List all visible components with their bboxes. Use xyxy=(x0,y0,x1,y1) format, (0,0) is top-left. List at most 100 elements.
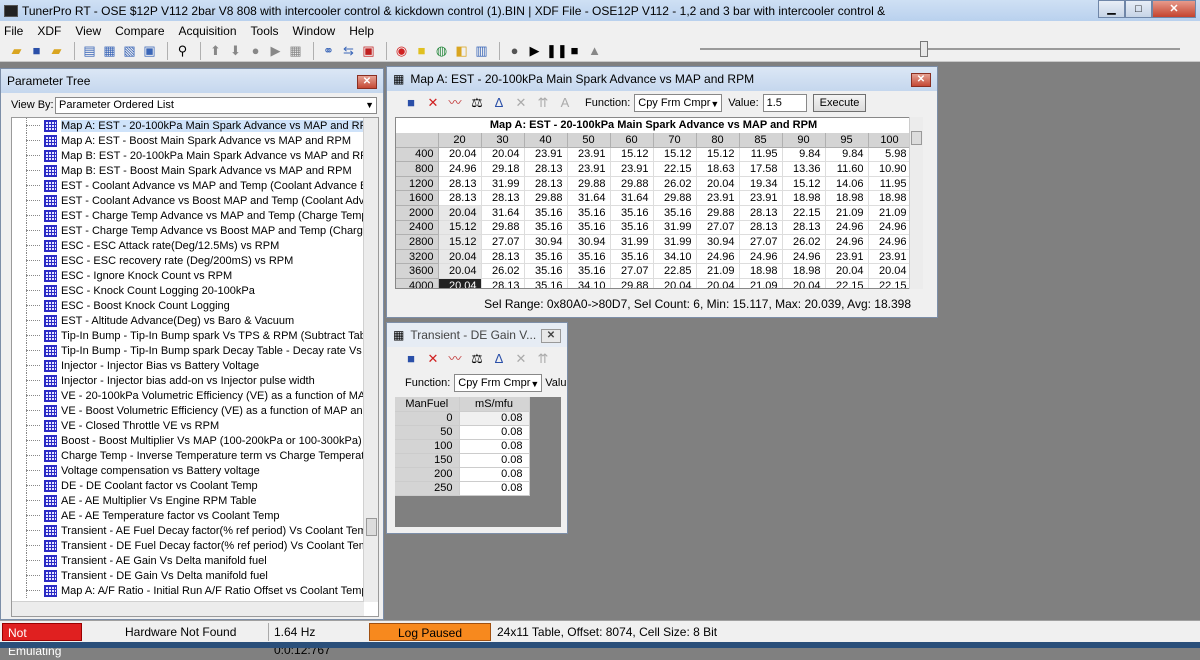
table-cell[interactable]: 20.04 xyxy=(696,278,740,288)
open-folder-icon[interactable]: ▰ xyxy=(8,43,25,59)
table-cell[interactable]: 5.98 xyxy=(868,147,912,163)
parameter-tree-close-button[interactable]: ✕ xyxy=(357,75,377,89)
connect-icon[interactable]: ⚭ xyxy=(320,43,337,59)
dashboard-icon[interactable]: ◧ xyxy=(453,43,470,59)
value-input[interactable]: 1.5 xyxy=(762,94,807,112)
table-cell[interactable]: 24.96 xyxy=(782,249,826,265)
close-button[interactable]: ✕ xyxy=(1152,0,1196,18)
save-icon[interactable]: ■ xyxy=(28,43,45,59)
tree-item[interactable]: Map B: EST - 20-100kPa Main Spark Advanc… xyxy=(12,148,378,163)
tree-item[interactable]: Tip-In Bump - Tip-In Bump spark Decay Ta… xyxy=(12,343,378,358)
table-cell[interactable]: 20.04 xyxy=(825,263,869,280)
table-cell[interactable]: 9.84 xyxy=(825,147,869,163)
tree-item[interactable]: Tip-In Bump - Tip-In Bump spark Vs TPS &… xyxy=(12,328,378,343)
map-vertical-scrollbar[interactable] xyxy=(909,117,923,289)
table-cell[interactable]: 11.95 xyxy=(739,147,783,163)
column-header[interactable]: 50 xyxy=(567,132,611,148)
table-cell[interactable]: 31.99 xyxy=(653,220,697,236)
table-cell[interactable]: 13.36 xyxy=(782,161,826,177)
play-icon[interactable]: ▶ xyxy=(526,43,543,59)
table-cell[interactable]: 20.04 xyxy=(696,176,740,192)
save-icon[interactable]: ■ xyxy=(403,352,419,366)
tool-icon[interactable]: ⚲ xyxy=(174,43,191,59)
target-icon[interactable]: ◉ xyxy=(393,43,410,59)
table-cell[interactable]: 29.18 xyxy=(481,161,525,177)
table-cell[interactable]: 35.16 xyxy=(524,263,568,280)
tree-vertical-scrollbar[interactable] xyxy=(363,118,378,602)
table-cell[interactable]: 24.96 xyxy=(696,249,740,265)
row-header[interactable]: 200 xyxy=(395,467,460,482)
menu-help[interactable]: Help xyxy=(349,24,374,38)
close-icon[interactable]: ✕ xyxy=(425,352,441,366)
tree-item[interactable]: EST - Coolant Advance vs Boost MAP and T… xyxy=(12,193,378,208)
table-cell[interactable]: 21.09 xyxy=(868,205,912,221)
tree-item[interactable]: EST - Charge Temp Advance vs Boost MAP a… xyxy=(12,223,378,238)
table-cell[interactable]: 22.85 xyxy=(653,263,697,280)
table-cell[interactable]: 0.08 xyxy=(459,481,530,496)
tree-item[interactable]: Charge Temp - Inverse Temperature term v… xyxy=(12,448,378,463)
table-cell[interactable]: 23.91 xyxy=(524,147,568,163)
tree-item[interactable]: EST - Coolant Advance vs MAP and Temp (C… xyxy=(12,178,378,193)
table-cell[interactable]: 21.09 xyxy=(739,278,783,288)
tree-item[interactable]: Transient - DE Gain Vs Delta manifold fu… xyxy=(12,568,378,583)
table-cell[interactable]: 18.98 xyxy=(825,190,869,207)
eject-icon[interactable]: ▲ xyxy=(586,43,603,59)
row-header[interactable]: 800 xyxy=(396,161,439,177)
table-cell[interactable]: 30.94 xyxy=(524,234,568,250)
table-cell[interactable]: 28.13 xyxy=(438,176,482,192)
table-cell[interactable]: 28.13 xyxy=(782,220,826,236)
menu-tools[interactable]: Tools xyxy=(251,24,279,38)
tree-item[interactable]: VE - Boost Volumetric Efficiency (VE) as… xyxy=(12,403,378,418)
table-cell[interactable]: 22.15 xyxy=(782,205,826,221)
transient-window-close-button[interactable]: ✕ xyxy=(541,329,561,343)
row-header[interactable]: 1600 xyxy=(396,190,439,207)
table-view-icon[interactable]: ▦ xyxy=(101,43,118,59)
note-icon[interactable]: ■ xyxy=(413,43,430,59)
pause-icon[interactable]: ❚❚ xyxy=(546,43,568,59)
compare-scale-icon[interactable]: ⚖ xyxy=(469,96,485,110)
row-header[interactable]: 3200 xyxy=(396,249,439,265)
table-cell[interactable]: 26.02 xyxy=(481,263,525,280)
tree-item[interactable]: ESC - Knock Count Logging 20-100kPa xyxy=(12,283,378,298)
table-cell[interactable]: 34.10 xyxy=(567,278,611,288)
table-cell[interactable]: 15.12 xyxy=(653,147,697,163)
table-cell[interactable]: 17.58 xyxy=(739,161,783,177)
table-cell[interactable]: 18.98 xyxy=(739,263,783,280)
column-header[interactable]: 85 xyxy=(739,132,783,148)
row-header[interactable]: 3600 xyxy=(396,263,439,280)
menu-compare[interactable]: Compare xyxy=(115,24,164,38)
table-cell[interactable]: 34.10 xyxy=(653,249,697,265)
table-cell[interactable]: 27.07 xyxy=(481,234,525,250)
grid-gray-icon[interactable]: ▦ xyxy=(287,43,304,59)
close-icon[interactable]: ✕ xyxy=(425,96,441,110)
table-cell[interactable]: 30.94 xyxy=(567,234,611,250)
table-cell[interactable]: 28.13 xyxy=(481,249,525,265)
function-select[interactable]: Cpy Frm Cmpr ▼ xyxy=(634,94,723,112)
table-cell[interactable]: 0.08 xyxy=(459,453,530,468)
table-cell[interactable]: 35.16 xyxy=(610,220,654,236)
tree-item[interactable]: EST - Altitude Advance(Deg) vs Baro & Va… xyxy=(12,313,378,328)
disabled-arrows-icon[interactable]: ⇈ xyxy=(535,96,551,110)
tree-item[interactable]: DE - DE Coolant factor vs Coolant Temp xyxy=(12,478,378,493)
tree-item[interactable]: Injector - Injector Bias vs Battery Volt… xyxy=(12,358,378,373)
record-circle-icon[interactable]: ● xyxy=(247,43,264,59)
tree-item[interactable]: Boost - Boost Multiplier Vs MAP (100-200… xyxy=(12,433,378,448)
table-cell[interactable]: 31.64 xyxy=(567,190,611,207)
row-header[interactable]: 150 xyxy=(395,453,460,468)
table-cell[interactable]: 18.98 xyxy=(782,190,826,207)
table-cell[interactable]: 28.13 xyxy=(739,220,783,236)
table-cell[interactable]: 24.96 xyxy=(868,220,912,236)
table-cell[interactable]: 35.16 xyxy=(653,205,697,221)
bar-chart-icon[interactable]: ▥ xyxy=(473,43,490,59)
graph-icon[interactable]: 〰 xyxy=(447,96,463,110)
tree-item[interactable]: ESC - Ignore Knock Count vs RPM xyxy=(12,268,378,283)
table-cell[interactable]: 28.13 xyxy=(438,190,482,207)
table-cell[interactable]: 29.88 xyxy=(696,205,740,221)
menu-acquisition[interactable]: Acquisition xyxy=(179,24,237,38)
table-cell[interactable]: 27.07 xyxy=(696,220,740,236)
table-cell[interactable]: 22.15 xyxy=(868,278,912,288)
column-header[interactable]: 60 xyxy=(610,132,654,148)
table-cell[interactable]: 15.12 xyxy=(438,234,482,250)
table-cell[interactable]: 35.16 xyxy=(567,205,611,221)
table-cell[interactable]: 35.16 xyxy=(610,205,654,221)
